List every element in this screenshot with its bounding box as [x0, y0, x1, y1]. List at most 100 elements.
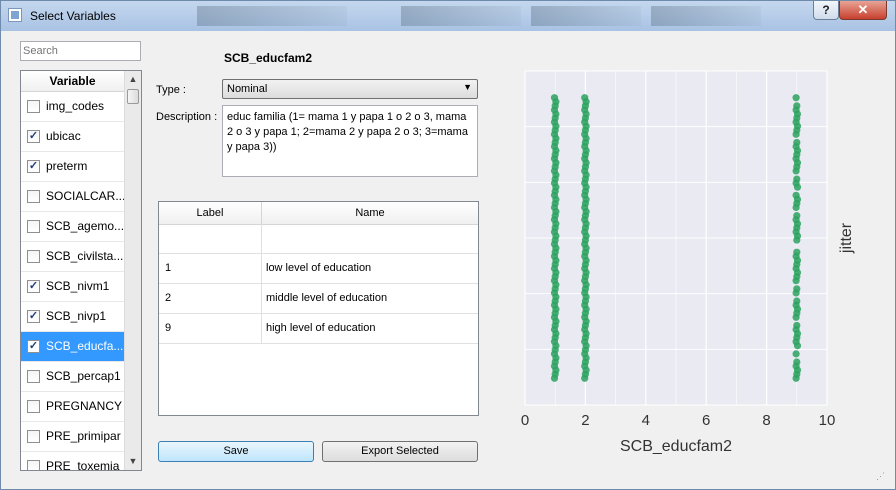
variable-list-item[interactable]: SCB_percap1 [21, 362, 124, 392]
data-point [792, 94, 800, 102]
variable-list-item[interactable]: ✓ SCB_nivp1 [21, 302, 124, 332]
background-window-blur [531, 6, 641, 26]
type-label: Type : [156, 84, 186, 96]
variable-label: PREGNANCY [46, 399, 123, 413]
data-point [793, 175, 801, 183]
export-selected-button[interactable]: Export Selected [322, 441, 478, 462]
variable-list-item[interactable]: ✓ SCB_educfa... [21, 332, 124, 362]
title-bar[interactable]: Select Variables ? ✕ [1, 1, 895, 31]
variable-checkbox[interactable]: ✓ [27, 340, 40, 353]
label-cell[interactable] [159, 224, 262, 253]
variable-label: SCB_civilsta... [46, 249, 124, 263]
background-window-blur [401, 6, 521, 26]
table-row[interactable] [159, 224, 478, 254]
type-select[interactable]: Nominal ▼ [222, 79, 478, 99]
data-point [550, 94, 559, 102]
data-point [792, 191, 800, 199]
variable-label: SCB_nivm1 [46, 279, 110, 293]
type-select-value: Nominal [227, 83, 268, 95]
save-button[interactable]: Save [158, 441, 314, 462]
label-cell[interactable]: 1 [159, 254, 262, 283]
table-row[interactable]: 9 high level of education [159, 314, 478, 344]
name-cell[interactable]: low level of education [262, 254, 482, 283]
value-labels-table: Label Name 1 low level of education 2 mi… [158, 201, 479, 416]
x-tick-label: 8 [762, 412, 770, 429]
variable-checkbox[interactable] [27, 460, 40, 470]
name-cell[interactable]: middle level of education [262, 284, 482, 313]
variable-list-item[interactable]: SOCIALCAR... [21, 182, 126, 212]
variable-label: SCB_nivp1 [46, 309, 107, 323]
variable-checkbox[interactable]: ✓ [27, 130, 40, 143]
variable-checkbox[interactable]: ✓ [27, 160, 40, 173]
scroll-down-arrow-icon[interactable]: ▼ [125, 453, 141, 470]
scroll-up-arrow-icon[interactable]: ▲ [125, 71, 141, 88]
variable-label: PRE_primipar [46, 429, 121, 443]
window-app-icon [8, 8, 22, 22]
variable-list-scrollbar[interactable]: ▲ ▼ [124, 71, 141, 470]
variable-list-item[interactable]: PRE_primipar [21, 422, 124, 452]
description-textarea[interactable]: educ familia (1= mama 1 y papa 1 o 2 o 3… [222, 105, 478, 177]
variable-checkbox[interactable]: ✓ [27, 280, 40, 293]
label-cell[interactable]: 2 [159, 284, 262, 313]
label-cell[interactable]: 9 [159, 314, 262, 343]
variable-checkbox[interactable] [27, 400, 40, 413]
table-row[interactable]: 2 middle level of education [159, 284, 478, 314]
variable-checkbox[interactable]: ✓ [27, 310, 40, 323]
variable-label: img_codes [46, 99, 105, 113]
variable-checkbox[interactable] [27, 190, 40, 203]
variable-checkbox[interactable] [27, 220, 40, 233]
scroll-thumb[interactable] [127, 89, 139, 104]
data-point [793, 212, 801, 220]
close-button[interactable]: ✕ [839, 1, 887, 20]
scatter-plot-svg: 0 2 4 6 8 10 SCB_educfam2 jitter [521, 70, 855, 455]
search-input[interactable] [23, 43, 138, 59]
labels-table-header: Label Name [159, 202, 478, 225]
variable-label: SOCIALCAR... [46, 189, 126, 203]
x-tick-label: 10 [819, 412, 836, 429]
variable-list-item[interactable]: SCB_agemo... [21, 212, 124, 242]
select-variables-dialog: Select Variables ? ✕ Variable img_codes ✓… [0, 0, 896, 490]
variable-list-header[interactable]: Variable [21, 71, 124, 92]
name-cell[interactable] [262, 224, 482, 253]
data-point [793, 248, 801, 256]
variable-list-item[interactable]: PRE_toxemia [21, 452, 124, 471]
variable-label: preterm [46, 159, 88, 173]
data-point [793, 358, 801, 366]
variable-name-title: SCB_educfam2 [223, 51, 313, 65]
data-point [793, 102, 801, 110]
variable-list-item[interactable]: SCB_civilsta... [21, 242, 124, 272]
table-row[interactable]: 1 low level of education [159, 254, 478, 284]
data-point [581, 94, 589, 102]
dialog-body: Variable img_codes ✓ ubicac ✓ preterm SOCIALC… [8, 31, 888, 483]
data-point [792, 350, 800, 358]
search-box[interactable] [20, 41, 141, 61]
background-window-blur [197, 6, 347, 26]
x-tick-label: 6 [702, 412, 710, 429]
x-tick-label: 4 [642, 412, 650, 429]
variable-label: PRE_toxemia [46, 459, 120, 471]
variable-rows: img_codes ✓ ubicac ✓ preterm SOCIALCAR... SCB_… [21, 92, 126, 471]
x-axis-label: SCB_educfam2 [620, 438, 732, 455]
variable-list-item[interactable]: PREGNANCY [21, 392, 124, 422]
name-cell[interactable]: high level of education [262, 314, 482, 343]
variable-list-item[interactable]: ✓ ubicac [21, 122, 124, 152]
variable-label: SCB_agemo... [46, 219, 125, 233]
variable-list-item[interactable]: img_codes [21, 92, 124, 122]
help-button[interactable]: ? [813, 1, 839, 20]
variable-checkbox[interactable] [27, 430, 40, 443]
resize-grip-icon[interactable]: ⋰ [876, 471, 886, 481]
variable-checkbox[interactable] [27, 250, 40, 263]
variable-list-item[interactable]: ✓ SCB_nivm1 [21, 272, 124, 302]
description-label: Description : [156, 111, 218, 123]
variable-checkbox[interactable] [27, 100, 40, 113]
variable-checkbox[interactable] [27, 370, 40, 383]
variable-label: SCB_percap1 [46, 369, 121, 383]
column-header-name[interactable]: Name [262, 202, 478, 224]
variable-list: Variable img_codes ✓ ubicac ✓ preterm SOCIALC… [20, 70, 142, 471]
background-window-blur [651, 6, 761, 26]
variable-list-item[interactable]: ✓ preterm [21, 152, 124, 182]
x-tick-label: 2 [581, 412, 589, 429]
column-header-label[interactable]: Label [159, 202, 262, 224]
data-point [793, 138, 801, 147]
variable-label: ubicac [46, 129, 81, 143]
